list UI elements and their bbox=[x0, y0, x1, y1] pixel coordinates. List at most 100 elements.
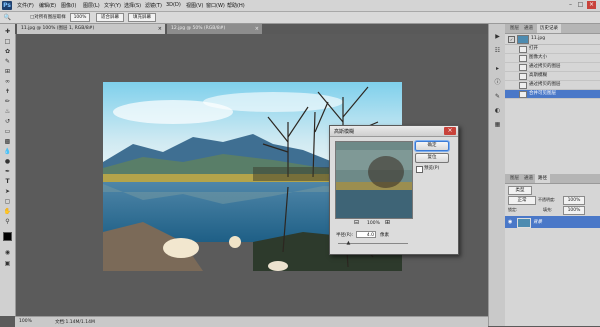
minimize-icon[interactable]: – bbox=[566, 1, 575, 9]
quick-select-tool-icon[interactable]: ✎ bbox=[3, 58, 12, 66]
layers-panel-tabs: 图层 通道 路径 bbox=[505, 174, 600, 184]
menu-window[interactable]: 窗口(W) bbox=[206, 2, 225, 9]
menu-type[interactable]: 文字(Y) bbox=[104, 2, 121, 9]
history-item[interactable]: 通过拷贝的图层 bbox=[505, 63, 600, 72]
type-tool-icon[interactable]: T bbox=[3, 178, 12, 186]
history-step-icon bbox=[519, 64, 527, 71]
reset-button[interactable]: 复位 bbox=[415, 153, 449, 163]
preview-checkbox-label: 预览(P) bbox=[424, 166, 440, 171]
menu-help[interactable]: 帮助(H) bbox=[227, 2, 245, 9]
close-tab-icon[interactable]: × bbox=[158, 24, 162, 34]
zoom-out-icon[interactable]: ⊟ bbox=[354, 220, 359, 226]
radius-label: 半径(R): bbox=[336, 233, 354, 238]
menu-file[interactable]: 文件(F) bbox=[17, 2, 34, 9]
blend-mode-select[interactable]: 正常 bbox=[508, 196, 536, 205]
menu-image[interactable]: 图像(I) bbox=[61, 2, 76, 9]
tab-channels-top[interactable]: 通道 bbox=[521, 24, 536, 33]
fill-label: 填充: bbox=[543, 207, 553, 212]
tab-layers[interactable]: 图层 bbox=[507, 174, 522, 183]
clone-stamp-tool-icon[interactable]: ♨ bbox=[3, 108, 12, 116]
options-bar: 🔍 □对所有图层取样 100% 适合屏幕 填充屏幕 bbox=[0, 12, 600, 24]
tab-layers-top[interactable]: 图层 bbox=[507, 24, 522, 33]
rectangle-tool-icon[interactable]: ▢ bbox=[3, 198, 12, 206]
hand-tool-icon[interactable]: ✋ bbox=[3, 208, 12, 216]
history-brush-tool-icon[interactable]: ↺ bbox=[3, 118, 12, 126]
move-tool-icon[interactable]: ✚ bbox=[3, 28, 12, 36]
zoom-in-icon[interactable]: ⊞ bbox=[385, 220, 390, 226]
menu-filter[interactable]: 滤镜(T) bbox=[145, 2, 162, 9]
history-item[interactable]: 通过拷贝的图层 bbox=[505, 81, 600, 90]
path-select-tool-icon[interactable]: ➤ bbox=[3, 188, 12, 196]
screen-mode-icon[interactable]: ▣ bbox=[3, 260, 12, 268]
foreground-color-swatch[interactable] bbox=[3, 232, 12, 241]
opacity-field[interactable]: 100% bbox=[563, 196, 585, 205]
actions-icon[interactable]: ▸ bbox=[493, 64, 502, 73]
adjustments-icon[interactable]: ◐ bbox=[493, 106, 502, 115]
marquee-tool-icon[interactable]: □ bbox=[3, 38, 12, 46]
fill-field[interactable]: 100% bbox=[563, 206, 585, 215]
lock-label: 锁定: bbox=[508, 207, 518, 212]
eraser-tool-icon[interactable]: ▭ bbox=[3, 128, 12, 136]
blur-preview[interactable] bbox=[335, 141, 413, 219]
tab-history[interactable]: 历史记录 bbox=[537, 24, 561, 33]
eyedropper-tool-icon[interactable]: ∞ bbox=[3, 78, 12, 86]
tab-paths[interactable]: 路径 bbox=[535, 174, 550, 183]
zoom-value-field[interactable]: 100% bbox=[70, 13, 90, 22]
tab-document-2[interactable]: 12.jpg @ 50% (RGB/8#) × bbox=[167, 24, 262, 34]
sample-all-layers-checkbox[interactable]: □对所有图层取样 bbox=[30, 14, 66, 20]
layer-thumbnail bbox=[517, 218, 531, 228]
close-tab-icon[interactable]: × bbox=[255, 24, 259, 34]
brush-tool-icon[interactable]: ✏ bbox=[3, 98, 12, 106]
layer-name: 背景 bbox=[533, 220, 542, 225]
close-window-icon[interactable]: × bbox=[587, 1, 596, 9]
status-zoom: 100% bbox=[19, 319, 32, 324]
menu-3d[interactable]: 3D(D) bbox=[166, 2, 181, 8]
opacity-label: 不透明度: bbox=[538, 197, 556, 202]
history-item[interactable]: 图像大小 bbox=[505, 54, 600, 63]
restore-icon[interactable]: □ bbox=[576, 1, 585, 9]
crop-tool-icon[interactable]: ⊞ bbox=[3, 68, 12, 76]
tab-document-1[interactable]: 11.jpg @ 100% (图层 1, RGB/8#) × bbox=[17, 24, 165, 34]
history-snapshot[interactable]: ✓ 11.jpg bbox=[505, 34, 600, 45]
gradient-tool-icon[interactable]: ▩ bbox=[3, 138, 12, 146]
quick-mask-icon[interactable]: ◉ bbox=[3, 249, 12, 257]
history-item-selected[interactable]: 合并可见图层 bbox=[505, 90, 600, 99]
zoom-tool-icon[interactable]: ⚲ bbox=[3, 218, 12, 226]
preview-checkbox[interactable] bbox=[416, 166, 423, 173]
history-panel-tabs: 图层 通道 历史记录 bbox=[505, 24, 600, 34]
ok-button[interactable]: 确定 bbox=[415, 141, 449, 151]
menu-layer[interactable]: 图层(L) bbox=[83, 2, 100, 9]
close-icon[interactable]: × bbox=[444, 127, 456, 135]
gaussian-blur-dialog: 高斯模糊 × 确定 复位 预览(P) ⊟ 100% ⊞ 半径(R): 4.0 像… bbox=[329, 125, 459, 255]
radius-slider-thumb[interactable]: ▲ bbox=[347, 241, 351, 246]
healing-brush-tool-icon[interactable]: ✝ bbox=[3, 88, 12, 96]
brush-preset-icon[interactable]: ✎ bbox=[493, 92, 502, 101]
styles-icon[interactable]: ▦ bbox=[493, 120, 502, 129]
pen-tool-icon[interactable]: ✒ bbox=[3, 168, 12, 176]
history-step-icon bbox=[519, 46, 527, 53]
layer-kind-filter[interactable]: 类型 bbox=[508, 186, 532, 195]
lasso-tool-icon[interactable]: ✿ bbox=[3, 48, 12, 56]
info-icon[interactable]: ⓘ bbox=[493, 78, 502, 87]
fill-screen-button[interactable]: 填充屏幕 bbox=[128, 13, 156, 22]
zoom-tool-icon: 🔍 bbox=[3, 14, 12, 21]
eye-icon[interactable]: ◉ bbox=[508, 219, 512, 225]
menu-edit[interactable]: 编辑(E) bbox=[39, 2, 56, 9]
menu-select[interactable]: 选择(S) bbox=[124, 2, 141, 9]
tools-panel: ✚ □ ✿ ✎ ⊞ ∞ ✝ ✏ ♨ ↺ ▭ ▩ 💧 ● ✒ T ➤ ▢ ✋ ⚲ … bbox=[0, 24, 16, 316]
fit-screen-button[interactable]: 适合屏幕 bbox=[96, 13, 124, 22]
menu-view[interactable]: 视图(V) bbox=[186, 2, 203, 9]
panel-icon-strip: ▶ ☷ ▸ ⓘ ✎ ◐ ▦ bbox=[488, 24, 506, 326]
radius-input[interactable]: 4.0 bbox=[356, 231, 376, 238]
history-icon[interactable]: ☷ bbox=[493, 46, 502, 55]
dialog-title-bar[interactable]: 高斯模糊 bbox=[330, 126, 458, 137]
dodge-tool-icon[interactable]: ● bbox=[3, 158, 12, 166]
snapshot-checkbox[interactable]: ✓ bbox=[508, 36, 515, 43]
blur-tool-icon[interactable]: 💧 bbox=[3, 148, 12, 156]
tab-channels[interactable]: 通道 bbox=[521, 174, 536, 183]
menu-bar: Ps 文件(F) 编辑(E) 图像(I) 图层(L) 文字(Y) 选择(S) 滤… bbox=[0, 0, 600, 12]
history-item[interactable]: 打开 bbox=[505, 45, 600, 54]
layer-row-background[interactable]: ◉ 背景 bbox=[505, 216, 600, 228]
play-icon[interactable]: ▶ bbox=[493, 32, 502, 41]
history-item[interactable]: 高斯模糊 bbox=[505, 72, 600, 81]
